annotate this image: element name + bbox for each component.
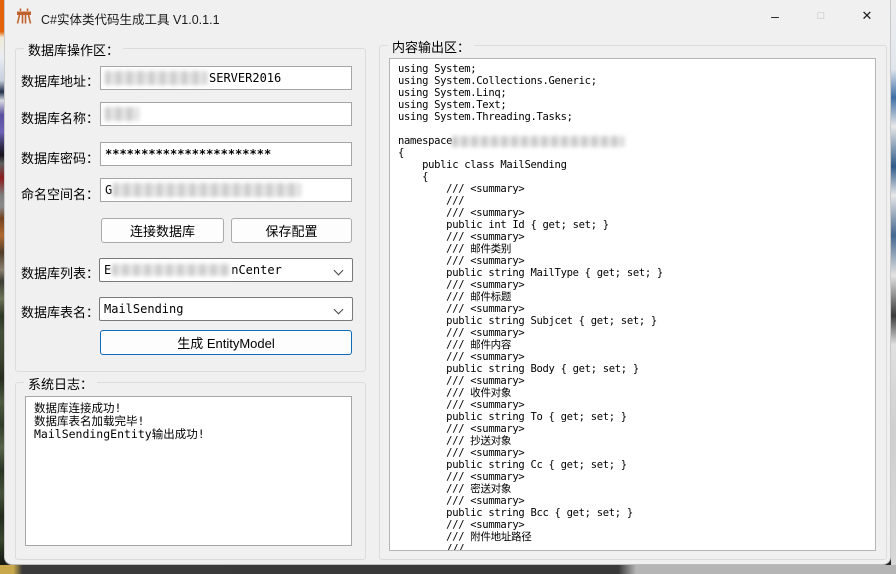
db-address-input[interactable]: SERVER2016	[100, 66, 352, 90]
system-log-textbox[interactable]: 数据库连接成功! 数据库表名加载完毕! MailSendingEntity输出成…	[25, 396, 352, 546]
db-password-input[interactable]: ***********************	[100, 142, 352, 166]
log-line: MailSendingEntity输出成功!	[34, 428, 347, 441]
db-list-dropdown[interactable]: E nCenter	[99, 258, 353, 282]
db-name-label: 数据库名称：	[21, 108, 99, 127]
generated-code: using System; using System.Collections.G…	[390, 59, 875, 551]
title-bar[interactable]: C#实体类代码生成工具 V1.0.1.1 – □ ✕	[5, 0, 890, 32]
db-name-input[interactable]	[100, 102, 352, 126]
db-address-visible-value: SERVER2016	[209, 71, 281, 85]
content-output-group-title: 内容输出区：	[388, 37, 474, 56]
table-name-dropdown[interactable]: MailSending	[99, 297, 353, 321]
redaction-blur	[452, 136, 624, 147]
system-log-group-title: 系统日志：	[24, 374, 97, 393]
generate-entitymodel-button[interactable]: 生成 EntityModel	[100, 330, 352, 355]
minimize-button[interactable]: –	[752, 0, 798, 32]
database-operations-group: 数据库操作区：	[15, 48, 366, 372]
redaction-blur	[105, 71, 207, 85]
namespace-label: 命名空间名：	[21, 184, 99, 203]
db-address-label: 数据库地址：	[21, 71, 99, 90]
db-password-label: 数据库密码：	[21, 148, 99, 167]
database-operations-group-title: 数据库操作区：	[24, 40, 123, 59]
db-list-value-prefix: E	[104, 263, 111, 277]
redaction-blur	[112, 264, 230, 276]
db-password-value: ***********************	[105, 147, 271, 161]
table-name-label: 数据库表名：	[21, 302, 99, 321]
desktop-wallpaper-right-strip	[891, 0, 896, 574]
window-title: C#实体类代码生成工具 V1.0.1.1	[41, 9, 220, 28]
close-button[interactable]: ✕	[844, 0, 890, 32]
table-name-value: MailSending	[104, 302, 183, 316]
maximize-button[interactable]: □	[798, 0, 844, 32]
db-list-label: 数据库列表：	[21, 263, 99, 282]
namespace-visible-value: G	[105, 183, 112, 197]
save-config-button[interactable]: 保存配置	[231, 218, 352, 243]
db-list-value-suffix: nCenter	[231, 263, 282, 277]
app-easel-icon	[15, 7, 33, 25]
connect-database-button[interactable]: 连接数据库	[101, 218, 224, 243]
redaction-blur	[113, 183, 301, 197]
chevron-down-icon	[335, 267, 343, 275]
code-output-textbox[interactable]: using System; using System.Collections.G…	[389, 58, 876, 551]
taskbar-edge-strip	[0, 565, 896, 574]
chevron-down-icon	[335, 306, 343, 314]
redaction-blur	[105, 107, 139, 121]
app-window: C#实体类代码生成工具 V1.0.1.1 – □ ✕ 数据库操作区： 数据库地址…	[4, 0, 891, 565]
namespace-input[interactable]: G	[100, 178, 352, 202]
